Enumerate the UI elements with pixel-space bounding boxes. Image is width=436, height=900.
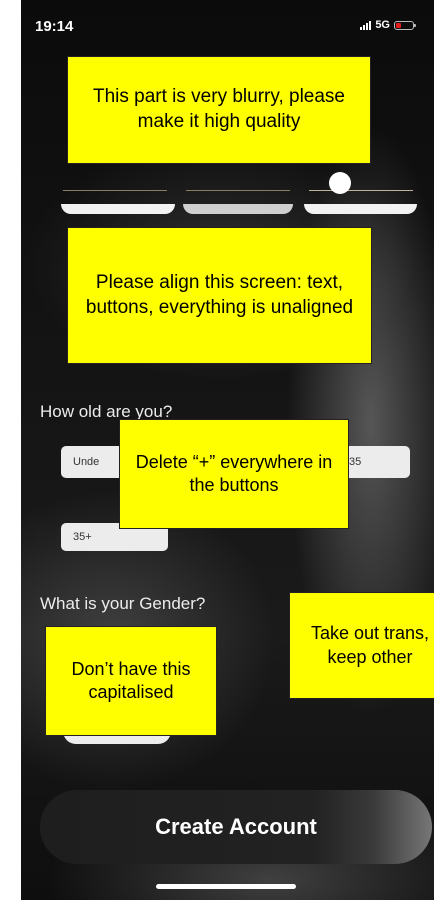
slider-line-2 (186, 190, 290, 191)
status-time: 19:14 (35, 18, 74, 35)
phone-screen: 19:14 5G This part is very blurry, pleas… (21, 0, 434, 900)
slider-knob[interactable] (329, 172, 351, 194)
slider-track-2[interactable] (183, 204, 293, 214)
slider-line-3 (309, 190, 413, 191)
annotation-note-blurry: This part is very blurry, please make it… (67, 56, 371, 164)
annotation-note-plus: Delete “+” everywhere in the buttons (119, 419, 349, 529)
slider-track-3[interactable] (304, 204, 417, 214)
home-indicator[interactable] (156, 884, 296, 889)
slider-line-1 (63, 190, 167, 191)
signal-icon (360, 20, 372, 30)
status-indicators: 5G (360, 19, 416, 31)
gender-question: What is your Gender? (40, 594, 206, 613)
annotation-note-trans: Take out trans, keep other (289, 592, 434, 699)
annotation-note-capital: Don’t have this capitalised (45, 626, 217, 736)
network-label: 5G (375, 19, 390, 31)
slider-track-1[interactable] (61, 204, 175, 214)
create-account-button[interactable]: Create Account (40, 790, 432, 864)
annotation-note-align: Please align this screen: text, buttons,… (67, 227, 372, 364)
battery-icon (394, 20, 416, 30)
